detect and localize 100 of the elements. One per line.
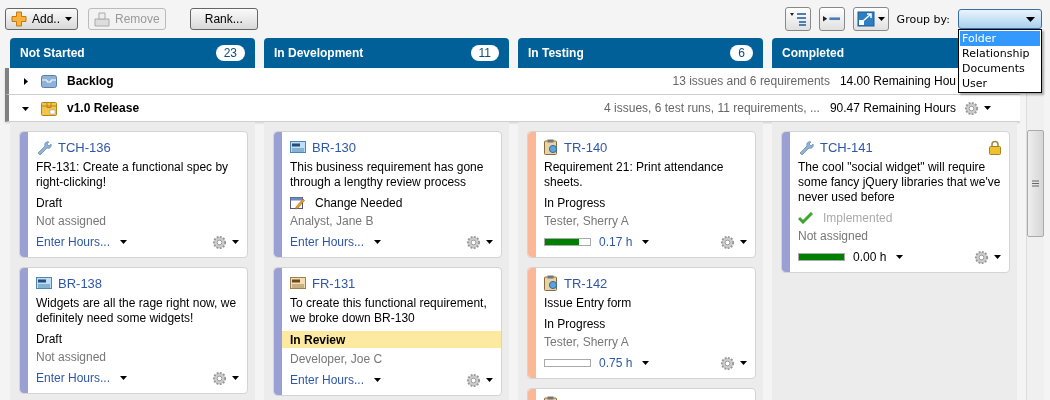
assignee: Developer, Joe C: [290, 352, 384, 366]
card-id-link[interactable]: TCH-136: [58, 139, 111, 155]
card-id-link[interactable]: TCH-141: [820, 139, 873, 155]
assignee: Analyst, Jane B: [290, 214, 375, 228]
card-id-link[interactable]: BR-130: [312, 139, 357, 155]
dropdown-option[interactable]: Relationship: [960, 46, 1040, 61]
gear-icon[interactable]: [720, 355, 735, 371]
hours-reading[interactable]: 0.75 h: [599, 356, 633, 370]
caret-icon[interactable]: [896, 255, 904, 259]
view-menu-button[interactable]: [852, 7, 889, 31]
caret-icon[interactable]: [232, 240, 239, 244]
hours-reading: 0.00 h: [853, 250, 887, 264]
enter-hours-link[interactable]: Enter Hours...: [36, 235, 111, 249]
gear-icon[interactable]: [720, 234, 735, 250]
caret-icon[interactable]: [740, 240, 747, 244]
count-badge: 23: [215, 45, 245, 61]
assignee: Not assigned: [798, 229, 870, 243]
progress-bar: [798, 253, 845, 261]
card-title: Widgets are all the rage right now, we definitely need some widgets!: [36, 296, 238, 326]
gear-icon[interactable]: [212, 234, 227, 250]
task-card[interactable]: BR-130 This business requirement has gone through a lengthy review process Change Needed Analyst, Jane B Enter Hours...: [273, 131, 502, 258]
task-card[interactable]: TR-140 Requirement 21: Print attendance sheets. In Progress Tester, Sherry A 0.17 h: [527, 131, 756, 258]
caret-icon[interactable]: [232, 376, 239, 380]
column-title: Not Started: [20, 46, 85, 60]
scrollbar[interactable]: [1026, 68, 1044, 400]
caret-icon[interactable]: [740, 361, 747, 365]
wrench-icon: [798, 139, 814, 155]
task-card[interactable]: FR-131 To create this functional requirement, we broke down BR-130 In Review Developer, Joe C Enter Hours...: [273, 267, 502, 396]
enter-hours-link[interactable]: Enter Hours...: [290, 373, 365, 387]
task-card[interactable]: TR-142 Issue Entry form In Progress Tester, Sherry A 0.75 h: [527, 267, 756, 379]
add-button[interactable]: Add..: [5, 8, 79, 30]
card-id-link[interactable]: TR-142: [564, 275, 608, 291]
caret-icon[interactable]: [486, 240, 493, 244]
progress-bar: [544, 238, 591, 246]
enter-hours-link[interactable]: Enter Hours...: [290, 235, 365, 249]
remaining-hours: 90.47 Remaining Hours: [829, 101, 956, 115]
inbox-icon: [41, 74, 57, 88]
caret-icon[interactable]: [22, 77, 29, 85]
card-id-link[interactable]: FR-131: [312, 275, 356, 291]
assignee: Not assigned: [36, 350, 108, 364]
caret-icon[interactable]: [120, 240, 128, 244]
calendar-pencil-icon: [290, 195, 305, 210]
caret-icon: [1026, 16, 1035, 22]
enter-hours-link[interactable]: Enter Hours...: [36, 371, 111, 385]
status-text: In Progress: [544, 195, 606, 210]
card-id-link[interactable]: BR-138: [58, 275, 103, 291]
swimlane-title: Backlog: [67, 74, 114, 88]
caret-icon[interactable]: [120, 376, 128, 380]
group-by-label: Group by:: [896, 12, 950, 26]
expand-all-button[interactable]: [784, 7, 811, 31]
swimlane-summary: 4 issues, 6 test runs, 11 requirements, ...: [604, 101, 820, 115]
task-card[interactable]: BR-138 Widgets are all the rage right now, we definitely need some widgets! Draft Not assigned Enter Hours...: [19, 267, 248, 394]
rank-button[interactable]: Rank...: [189, 8, 258, 30]
clipboard-icon: [544, 275, 558, 291]
swimlane-row[interactable]: v1.0 Release 4 issues, 6 test runs, 11 requirements, ... 90.47 Remaining Hours: [5, 95, 1020, 122]
document-icon: [36, 276, 52, 290]
plus-icon: [11, 11, 27, 27]
card-title: Issue Entry form: [544, 296, 633, 311]
card-title: To create this functional requirement, we broke down BR-130: [290, 296, 488, 326]
count-badge: 11: [470, 45, 499, 61]
task-card[interactable]: TCH-141 The cool "social widget" will require some fancy jQuery libraries that we've never used before Implemented Not assigned 0.00 h: [781, 131, 1010, 273]
status-text: Draft: [36, 195, 62, 210]
caret-icon[interactable]: [984, 106, 991, 110]
remaining-hours: 14.00 Remaining Hou: [839, 74, 956, 88]
scrollbar-thumb[interactable]: [1027, 130, 1044, 237]
tray-icon: [94, 11, 111, 27]
gear-icon[interactable]: [466, 372, 481, 388]
caret-icon[interactable]: [374, 240, 382, 244]
card-title: Requirement 21: Print attendance sheets.: [544, 160, 725, 190]
gear-icon[interactable]: [212, 370, 227, 386]
caret-icon[interactable]: [374, 378, 382, 382]
collapse-all-button[interactable]: [818, 7, 845, 31]
card-id-link[interactable]: TR-140: [564, 139, 608, 155]
gear-icon[interactable]: [964, 100, 979, 116]
gear-icon[interactable]: [974, 249, 989, 265]
group-by-dropdown[interactable]: [958, 9, 1042, 29]
popout-icon: [856, 11, 875, 27]
caret-icon[interactable]: [642, 240, 650, 244]
document-icon: [290, 276, 306, 290]
count-badge: 6: [730, 45, 753, 61]
status-highlight: In Review: [282, 331, 501, 348]
column-title: In Development: [274, 46, 364, 60]
task-card[interactable]: TCH-136 FR-131: Create a functional spec by right-clicking! Draft Not assigned Enter Hours...: [19, 131, 248, 258]
status-text: Draft: [36, 331, 62, 346]
card-title: The cool "social widget" will require some fancy jQuery libraries that we've never used before: [798, 160, 1001, 205]
column-title: In Testing: [528, 46, 584, 60]
caret-icon[interactable]: [22, 104, 29, 112]
outline-list-icon: [788, 12, 807, 26]
assignee: Not assigned: [36, 214, 108, 228]
caret-icon[interactable]: [642, 361, 650, 365]
swimlane-title: v1.0 Release: [67, 101, 140, 115]
card-title: This business requirement has gone through a lengthy review process: [290, 160, 485, 190]
gear-icon[interactable]: [466, 234, 481, 250]
collapsed-list-icon: [823, 16, 841, 22]
caret-icon[interactable]: [994, 255, 1001, 259]
caret-icon[interactable]: [486, 378, 493, 382]
status-text: Change Needed: [315, 195, 403, 210]
column-title: Completed: [782, 46, 844, 60]
hours-reading[interactable]: 0.17 h: [599, 235, 633, 249]
card-title: FR-131: Create a functional spec by right-clicking!: [36, 160, 230, 190]
